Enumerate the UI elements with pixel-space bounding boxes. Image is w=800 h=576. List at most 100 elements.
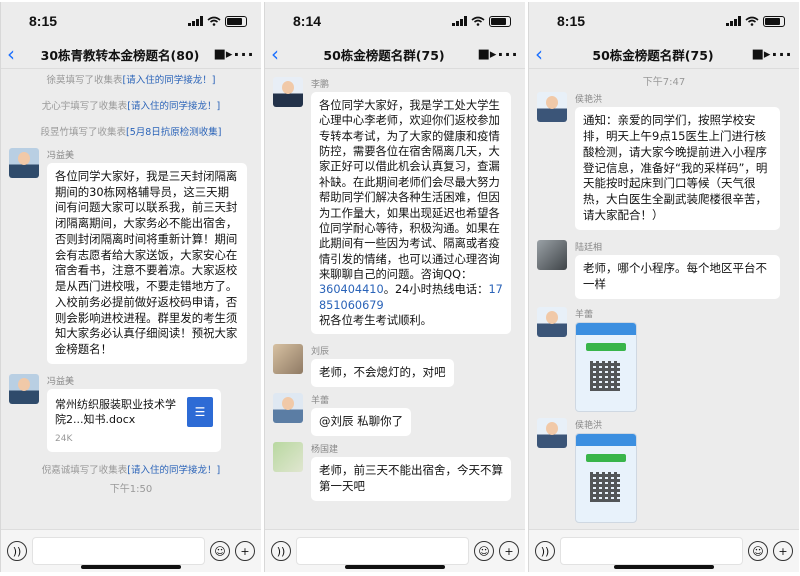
battery-icon bbox=[489, 15, 511, 27]
battery-icon bbox=[763, 15, 785, 27]
wifi-icon bbox=[471, 16, 485, 26]
chat-title: 30栋青教转本金榜题名(80) bbox=[40, 47, 200, 63]
chat-header: ‹ 50栋金榜题名群(75) ■▸ ··· bbox=[265, 40, 525, 69]
status-time: 8:15 bbox=[557, 13, 586, 29]
phone-screen-1: 8:15 ‹ 30栋青教转本金榜题名(80) ■▸ ··· 徐莫填写了收集表[请… bbox=[0, 2, 261, 572]
message-bubble[interactable]: 老师，哪个小程序。每个地区平台不一样 bbox=[575, 255, 780, 299]
qq-link[interactable]: 360404410 bbox=[319, 283, 384, 296]
system-notice: 尤心宇填写了收集表[请入住的同学接龙！] bbox=[41, 101, 221, 112]
avatar[interactable] bbox=[9, 373, 39, 404]
chat-area[interactable]: 下午7:47 侯艳洪 通知：亲爱的同学们，按照学校安排，明天上午9点15医生上门… bbox=[529, 69, 799, 530]
avatar[interactable] bbox=[537, 92, 567, 122]
message-bubble[interactable]: 通知：亲爱的同学们，按照学校安排，明天上午9点15医生上门进行核酸检测，请大家今… bbox=[575, 107, 780, 231]
system-notice: 徐莫填写了收集表[请入住的同学接龙！] bbox=[46, 75, 216, 86]
message: 羊蕾 bbox=[529, 306, 799, 412]
image-message[interactable] bbox=[575, 321, 637, 412]
plus-icon[interactable]: + bbox=[773, 541, 793, 561]
home-indicator bbox=[81, 565, 181, 569]
voice-icon[interactable]: )) bbox=[271, 541, 291, 561]
sender-name: 羊蕾 bbox=[575, 309, 594, 320]
form-link[interactable]: [请入住的同学接龙！] bbox=[127, 465, 220, 476]
signal-icon bbox=[452, 16, 467, 26]
chevron-left-icon[interactable]: ‹ bbox=[7, 42, 27, 66]
video-call-icon[interactable]: ■▸ bbox=[751, 47, 771, 62]
sender-name: 李鹏 bbox=[311, 80, 330, 90]
form-link[interactable]: [5月8日抗原检测收集] bbox=[126, 127, 222, 138]
signal-icon bbox=[188, 16, 203, 26]
message: 侯艳洪 bbox=[529, 417, 799, 523]
timestamp: 下午7:47 bbox=[642, 77, 686, 88]
avatar[interactable] bbox=[537, 240, 567, 271]
sender-name: 陆廷相 bbox=[575, 243, 603, 254]
phone-screen-3: 8:15 ‹ 50栋金榜题名群(75) ■▸ ··· 下午7:47 侯艳洪 通知… bbox=[528, 2, 799, 572]
avatar[interactable] bbox=[273, 442, 303, 473]
message-bubble[interactable]: 各位同学大家好，我是学工处大学生心理中心李老师，欢迎你们返校参加专转本考试，为了… bbox=[311, 92, 511, 335]
wifi-icon bbox=[745, 16, 759, 26]
message-input[interactable] bbox=[560, 537, 743, 565]
phone-screen-2: 8:14 ‹ 50栋金榜题名群(75) ■▸ ··· 李鹏 各位同学大家好，我是… bbox=[264, 2, 525, 572]
system-notice: 倪嘉诚填写了收集表[请入住的同学接龙！] bbox=[41, 464, 221, 476]
message: 李鹏 各位同学大家好，我是学工处大学生心理中心李老师，欢迎你们返校参加专转本考试… bbox=[265, 77, 525, 335]
chat-area[interactable]: 李鹏 各位同学大家好，我是学工处大学生心理中心李老师，欢迎你们返校参加专转本考试… bbox=[265, 69, 525, 530]
more-icon[interactable]: ··· bbox=[497, 45, 519, 64]
battery-icon bbox=[225, 15, 247, 27]
message: 冯益美 各位同学大家好，我是三天封闭隔离期间的30栋网格辅导员，这三天期间有问题… bbox=[1, 148, 261, 364]
plus-icon[interactable]: + bbox=[499, 541, 519, 561]
message-bubble[interactable]: 老师，不会熄灯的，对吧 bbox=[311, 359, 454, 388]
message-bubble[interactable]: 各位同学大家好，我是三天封闭隔离期间的30栋网格辅导员，这三天期间有问题大家可以… bbox=[47, 163, 247, 364]
message-input[interactable] bbox=[296, 537, 469, 565]
message: 陆廷相 老师，哪个小程序。每个地区平台不一样 bbox=[529, 240, 799, 299]
emoji-icon[interactable]: ☺ bbox=[210, 541, 230, 561]
document-icon: ☰ bbox=[187, 396, 213, 427]
file-message[interactable]: 常州纺织服装职业技术学院2...知书.docx ☰ 24K bbox=[47, 388, 221, 452]
file-size: 24K bbox=[55, 433, 73, 444]
avatar[interactable] bbox=[537, 417, 567, 448]
form-link[interactable]: [请入住的同学接龙！] bbox=[123, 75, 216, 86]
video-call-icon[interactable]: ■▸ bbox=[213, 47, 233, 62]
image-message[interactable] bbox=[575, 432, 637, 523]
voice-icon[interactable]: )) bbox=[7, 541, 27, 561]
avatar[interactable] bbox=[273, 344, 303, 375]
chat-header: ‹ 50栋金榜题名群(75) ■▸ ··· bbox=[529, 40, 799, 69]
message: 刘辰 老师，不会熄灯的，对吧 bbox=[265, 344, 525, 388]
video-call-icon[interactable]: ■▸ bbox=[477, 47, 497, 62]
message-input[interactable] bbox=[32, 537, 205, 565]
chat-title: 50栋金榜题名群(75) bbox=[592, 47, 714, 63]
file-name: 常州纺织服装职业技术学院2...知书.docx bbox=[55, 397, 176, 427]
message-bubble[interactable]: @刘辰 私聊你了 bbox=[311, 408, 412, 437]
status-bar: 8:14 bbox=[265, 2, 525, 40]
message: 冯益美 常州纺织服装职业技术学院2...知书.docx ☰ 24K bbox=[1, 373, 261, 452]
qr-code-icon bbox=[590, 360, 620, 391]
chat-title: 50栋金榜题名群(75) bbox=[323, 47, 445, 63]
more-icon[interactable]: ··· bbox=[233, 45, 255, 64]
status-bar: 8:15 bbox=[1, 2, 261, 40]
avatar[interactable] bbox=[9, 148, 39, 178]
message: 羊蕾 @刘辰 私聊你了 bbox=[265, 393, 525, 437]
sender-name: 羊蕾 bbox=[311, 396, 330, 407]
emoji-icon[interactable]: ☺ bbox=[748, 541, 768, 561]
chevron-left-icon[interactable]: ‹ bbox=[535, 42, 555, 66]
chat-area[interactable]: 徐莫填写了收集表[请入住的同学接龙！] 尤心宇填写了收集表[请入住的同学接龙！]… bbox=[1, 69, 261, 530]
sender-name: 侯艳洪 bbox=[575, 420, 603, 431]
avatar[interactable] bbox=[537, 306, 567, 337]
more-icon[interactable]: ··· bbox=[771, 45, 793, 64]
home-indicator bbox=[345, 565, 445, 569]
home-indicator bbox=[614, 565, 714, 569]
chevron-left-icon[interactable]: ‹ bbox=[271, 42, 291, 66]
sender-name: 冯益美 bbox=[47, 151, 75, 161]
status-time: 8:14 bbox=[293, 13, 322, 29]
message: 杨国建 老师，前三天不能出宿舍，今天不算第一天吧 bbox=[265, 442, 525, 501]
emoji-icon[interactable]: ☺ bbox=[474, 541, 494, 561]
form-link[interactable]: [请入住的同学接龙！] bbox=[127, 101, 220, 112]
timestamp: 下午1:50 bbox=[109, 483, 153, 495]
avatar[interactable] bbox=[273, 393, 303, 424]
status-bar: 8:15 bbox=[529, 2, 799, 40]
system-notice: 段昱竹填写了收集表[5月8日抗原检测收集] bbox=[40, 127, 222, 138]
plus-icon[interactable]: + bbox=[235, 541, 255, 561]
avatar[interactable] bbox=[273, 77, 303, 107]
message-bubble[interactable]: 老师，前三天不能出宿舍，今天不算第一天吧 bbox=[311, 457, 511, 501]
signal-icon bbox=[726, 16, 741, 26]
voice-icon[interactable]: )) bbox=[535, 541, 555, 561]
sender-name: 杨国建 bbox=[311, 445, 339, 456]
chat-header: ‹ 30栋青教转本金榜题名(80) ■▸ ··· bbox=[1, 40, 261, 69]
